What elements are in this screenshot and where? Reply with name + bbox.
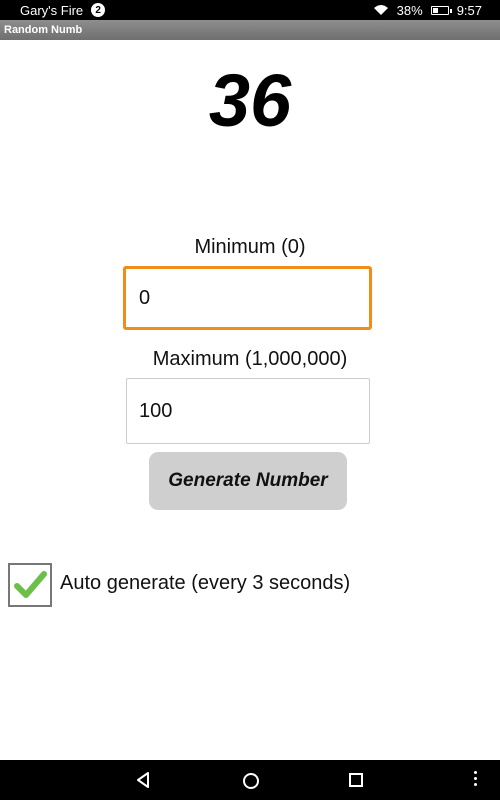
recents-icon[interactable] — [349, 773, 363, 787]
status-bar-right: 38% 9:57 — [373, 0, 482, 20]
maximum-input[interactable]: 100 — [126, 378, 370, 444]
battery-icon — [430, 5, 452, 15]
carrier-label: Gary's Fire — [20, 2, 84, 18]
app-title: Random Numb — [4, 24, 83, 36]
navigation-bar — [0, 760, 500, 800]
maximum-input-value: 100 — [139, 399, 173, 422]
checkmark-icon — [14, 571, 47, 598]
minimum-label: Minimum (0) — [194, 236, 306, 258]
auto-generate-checkbox[interactable] — [8, 563, 52, 607]
random-number-display: 36 — [208, 59, 292, 142]
generate-number-label: Generate Number — [168, 470, 328, 491]
battery-percent: 38% — [396, 2, 423, 18]
home-icon[interactable] — [243, 773, 259, 789]
status-bar-left: Gary's Fire 2 — [20, 0, 106, 20]
wifi-icon — [373, 5, 388, 15]
battery-fill — [432, 7, 438, 13]
clock: 9:57 — [456, 2, 482, 18]
status-bar: Gary's Fire 2 38% 9:57 — [0, 0, 500, 20]
generate-number-button[interactable]: Generate Number — [149, 452, 347, 510]
overflow-menu-icon[interactable] — [474, 771, 478, 789]
app-title-bar: Random Numb — [0, 20, 500, 40]
back-icon[interactable] — [136, 772, 150, 788]
minimum-input-value: 0 — [139, 286, 151, 309]
notification-badge: 2 — [91, 3, 106, 17]
maximum-label: Maximum (1,000,000) — [152, 348, 348, 370]
minimum-input[interactable]: 0 — [123, 266, 372, 330]
auto-generate-label[interactable]: Auto generate (every 3 seconds) — [60, 572, 350, 595]
